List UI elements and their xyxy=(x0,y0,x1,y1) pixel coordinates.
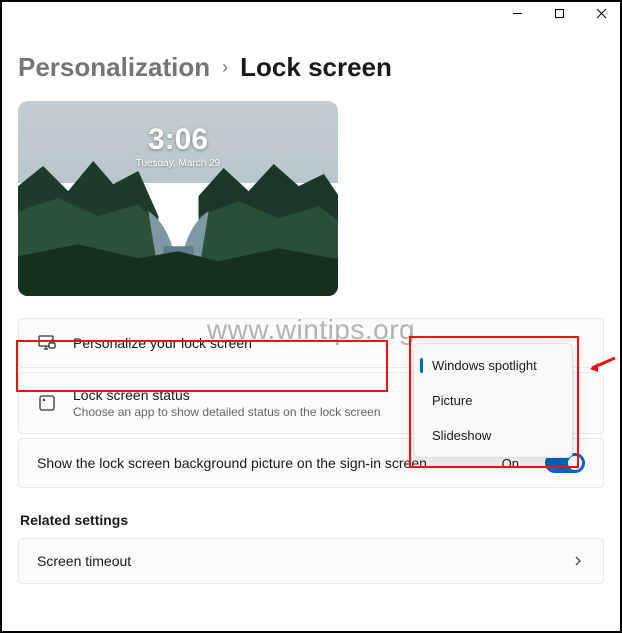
dropdown-item-slideshow[interactable]: Slideshow xyxy=(414,418,572,453)
close-button[interactable] xyxy=(594,6,608,20)
preview-date: Tuesday, March 29 xyxy=(18,158,338,169)
annotation-arrow xyxy=(588,356,616,381)
lockscreen-preview: 3:06 Tuesday, March 29 xyxy=(18,101,338,296)
window-controls xyxy=(510,6,608,20)
maximize-button[interactable] xyxy=(552,6,566,20)
dropdown-item-picture[interactable]: Picture xyxy=(414,383,572,418)
lockscreen-mode-dropdown[interactable]: Windows spotlight Picture Slideshow xyxy=(413,343,573,458)
minimize-button[interactable] xyxy=(510,6,524,20)
preview-time: 3:06 xyxy=(18,125,338,155)
dropdown-item-spotlight[interactable]: Windows spotlight xyxy=(414,348,572,383)
